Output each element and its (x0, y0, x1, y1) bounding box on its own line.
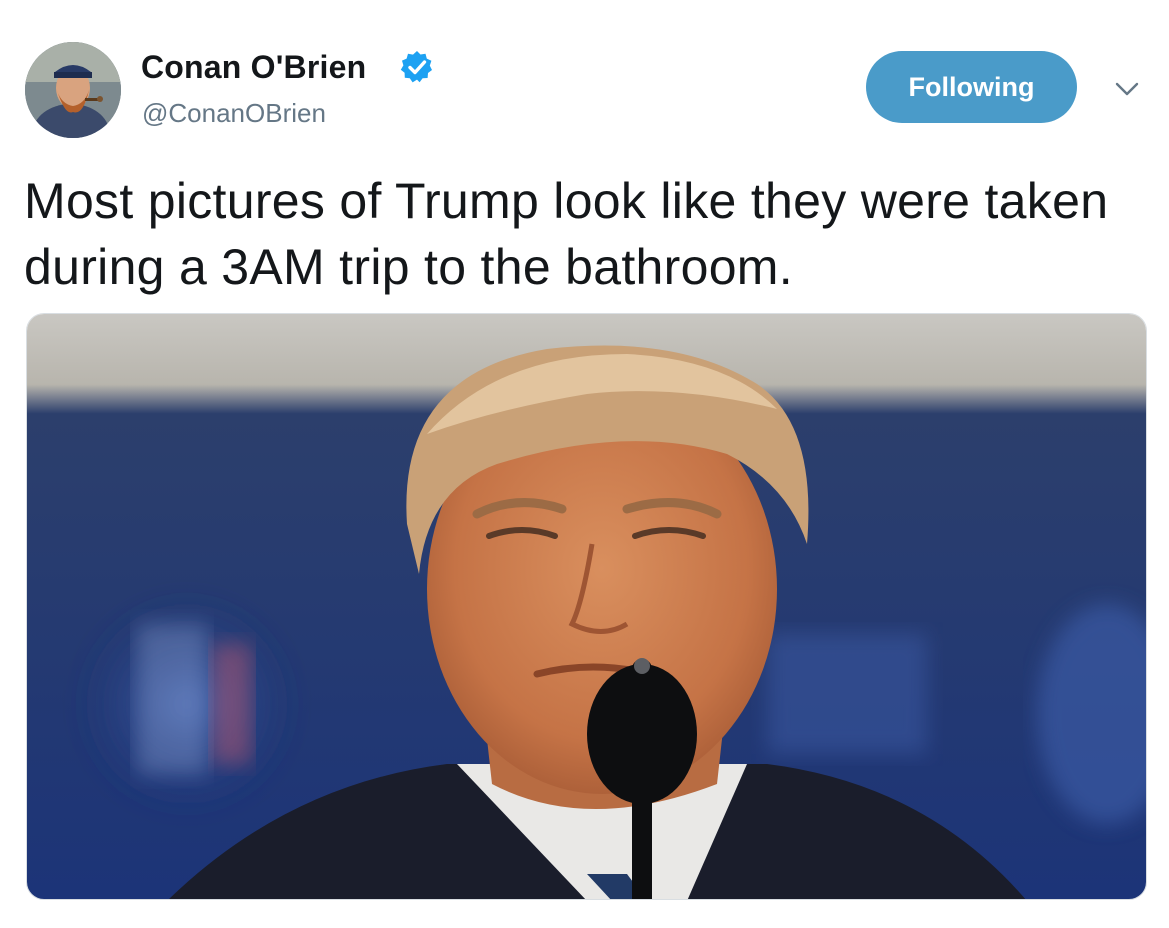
photo-image (27, 314, 1146, 899)
tweet-card: Conan O'Brien @ConanOBrien Following Mos… (0, 0, 1169, 928)
following-button[interactable]: Following (866, 51, 1077, 123)
author-handle[interactable]: @ConanOBrien (142, 96, 326, 130)
tweet-text: Most pictures of Trump look like they we… (24, 173, 1109, 295)
avatar-image (25, 42, 121, 138)
author-display-name[interactable]: Conan O'Brien (141, 47, 366, 87)
chevron-down-icon[interactable] (1112, 78, 1142, 100)
tweet-photo[interactable] (26, 313, 1147, 900)
verified-badge-icon (400, 51, 432, 83)
author-avatar[interactable] (25, 42, 121, 138)
